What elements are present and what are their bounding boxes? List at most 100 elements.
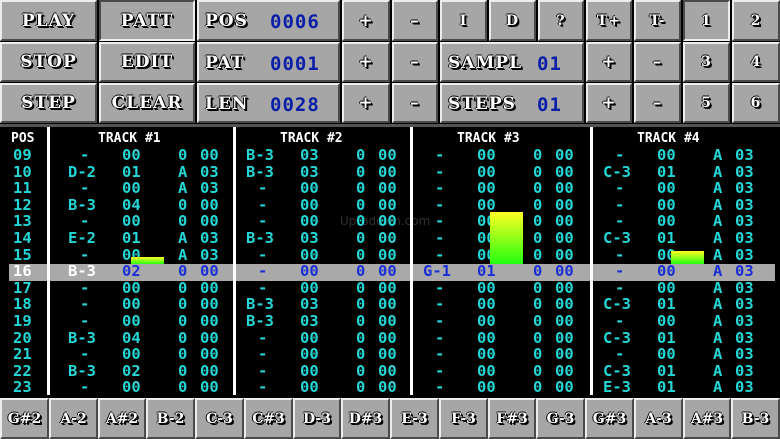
note-cell[interactable]: B-3 — [246, 230, 274, 247]
note-cell[interactable]: B-3 — [68, 263, 96, 280]
effect-value-cell[interactable]: 00 — [555, 263, 574, 280]
effect-value-cell[interactable]: 03 — [735, 197, 754, 214]
track-6-button[interactable]: 6 — [732, 83, 780, 123]
steps-increment-button[interactable]: + — [586, 83, 632, 123]
note-cell[interactable]: - — [80, 379, 89, 396]
note-cell[interactable]: - — [435, 363, 444, 380]
note-cell[interactable]: B-3 — [246, 313, 274, 330]
effect-cell[interactable]: 0 — [356, 296, 365, 313]
note-cell[interactable]: - — [80, 280, 89, 297]
track-3-button[interactable]: 3 — [683, 42, 730, 82]
note-cell[interactable]: B-3 — [68, 363, 96, 380]
note-cell[interactable]: - — [80, 147, 89, 164]
note-cell[interactable]: - — [258, 246, 267, 264]
instrument-cell[interactable]: 00 — [122, 346, 141, 363]
instrument-cell[interactable]: 01 — [657, 230, 676, 247]
len-decrement-button[interactable]: – — [392, 83, 438, 123]
effect-value-cell[interactable]: 00 — [200, 313, 219, 330]
instrument-cell[interactable]: 00 — [300, 280, 319, 297]
effect-cell[interactable]: 0 — [356, 329, 365, 347]
effect-value-cell[interactable]: 00 — [378, 379, 397, 396]
note-cell[interactable]: - — [615, 180, 624, 197]
note-cell[interactable]: B-3 — [68, 197, 96, 214]
note-key[interactable]: C-3 — [195, 398, 244, 439]
effect-value-cell[interactable]: 00 — [378, 280, 397, 297]
instrument-cell[interactable]: 00 — [300, 346, 319, 363]
delete-button[interactable]: D — [489, 0, 536, 41]
effect-value-cell[interactable]: 03 — [735, 313, 754, 330]
effect-cell[interactable]: 0 — [356, 197, 365, 214]
effect-value-cell[interactable]: 03 — [735, 230, 754, 247]
note-cell[interactable]: - — [80, 246, 89, 264]
effect-value-cell[interactable]: 00 — [200, 363, 219, 380]
effect-cell[interactable]: 0 — [533, 230, 542, 247]
note-cell[interactable]: - — [80, 213, 89, 230]
track-5-button[interactable]: 5 — [683, 83, 730, 123]
note-cell[interactable]: D-2 — [68, 163, 96, 181]
effect-cell[interactable]: A — [713, 313, 722, 330]
instrument-cell[interactable]: 03 — [300, 313, 319, 330]
instrument-cell[interactable]: 00 — [300, 329, 319, 347]
play-button[interactable]: PLAY — [0, 0, 97, 41]
instrument-cell[interactable]: 00 — [657, 313, 676, 330]
note-cell[interactable]: - — [615, 197, 624, 214]
effect-value-cell[interactable]: 03 — [735, 346, 754, 363]
effect-value-cell[interactable]: 03 — [735, 163, 754, 181]
effect-value-cell[interactable]: 00 — [378, 296, 397, 313]
instrument-cell[interactable]: 00 — [122, 147, 141, 164]
instrument-cell[interactable]: 00 — [477, 363, 496, 380]
note-cell[interactable]: - — [615, 346, 624, 363]
effect-cell[interactable]: 0 — [178, 313, 187, 330]
note-cell[interactable]: - — [615, 313, 624, 330]
instrument-cell[interactable]: 04 — [122, 329, 141, 347]
instrument-cell[interactable]: 01 — [122, 230, 141, 247]
note-cell[interactable]: - — [258, 363, 267, 380]
note-key[interactable]: D#3 — [341, 398, 390, 439]
effect-cell[interactable]: 0 — [533, 147, 542, 164]
instrument-cell[interactable]: 00 — [300, 180, 319, 197]
effect-value-cell[interactable]: 00 — [200, 263, 219, 280]
effect-value-cell[interactable]: 00 — [555, 296, 574, 313]
effect-value-cell[interactable]: 00 — [555, 147, 574, 164]
note-cell[interactable]: - — [435, 213, 444, 230]
note-cell[interactable]: - — [258, 379, 267, 396]
effect-cell[interactable]: A — [713, 329, 722, 347]
effect-value-cell[interactable]: 00 — [555, 163, 574, 181]
effect-cell[interactable]: A — [178, 246, 187, 264]
note-cell[interactable]: - — [80, 313, 89, 330]
effect-value-cell[interactable]: 03 — [735, 280, 754, 297]
instrument-cell[interactable]: 00 — [657, 263, 676, 280]
effect-value-cell[interactable]: 00 — [200, 197, 219, 214]
note-cell[interactable]: - — [435, 346, 444, 363]
note-cell[interactable]: - — [615, 263, 624, 280]
note-cell[interactable]: - — [435, 180, 444, 197]
note-cell[interactable]: - — [258, 263, 267, 280]
effect-cell[interactable]: 0 — [533, 213, 542, 230]
instrument-cell[interactable]: 00 — [300, 379, 319, 396]
note-cell[interactable]: - — [80, 180, 89, 197]
effect-cell[interactable]: A — [713, 163, 722, 181]
note-cell[interactable]: - — [435, 379, 444, 396]
pos-decrement-button[interactable]: – — [392, 0, 438, 41]
instrument-cell[interactable]: 02 — [122, 363, 141, 380]
instrument-cell[interactable]: 00 — [477, 296, 496, 313]
instrument-cell[interactable]: 00 — [657, 346, 676, 363]
effect-value-cell[interactable]: 03 — [735, 363, 754, 380]
effect-cell[interactable]: 0 — [533, 180, 542, 197]
note-key[interactable]: G#2 — [0, 398, 49, 439]
note-cell[interactable]: C-3 — [603, 163, 631, 181]
instrument-cell[interactable]: 01 — [657, 329, 676, 347]
effect-value-cell[interactable]: 00 — [378, 230, 397, 247]
effect-cell[interactable]: 0 — [533, 280, 542, 297]
note-cell[interactable]: - — [435, 296, 444, 313]
clear-button[interactable]: CLEAR — [99, 83, 195, 123]
tempo-down-button[interactable]: T- — [634, 0, 681, 41]
note-cell[interactable]: - — [258, 329, 267, 347]
effect-value-cell[interactable]: 00 — [378, 197, 397, 214]
effect-cell[interactable]: A — [713, 213, 722, 230]
effect-value-cell[interactable]: 00 — [555, 329, 574, 347]
sampl-decrement-button[interactable]: – — [634, 42, 681, 82]
note-key[interactable]: A-2 — [49, 398, 98, 439]
effect-value-cell[interactable]: 00 — [555, 280, 574, 297]
effect-value-cell[interactable]: 00 — [200, 346, 219, 363]
